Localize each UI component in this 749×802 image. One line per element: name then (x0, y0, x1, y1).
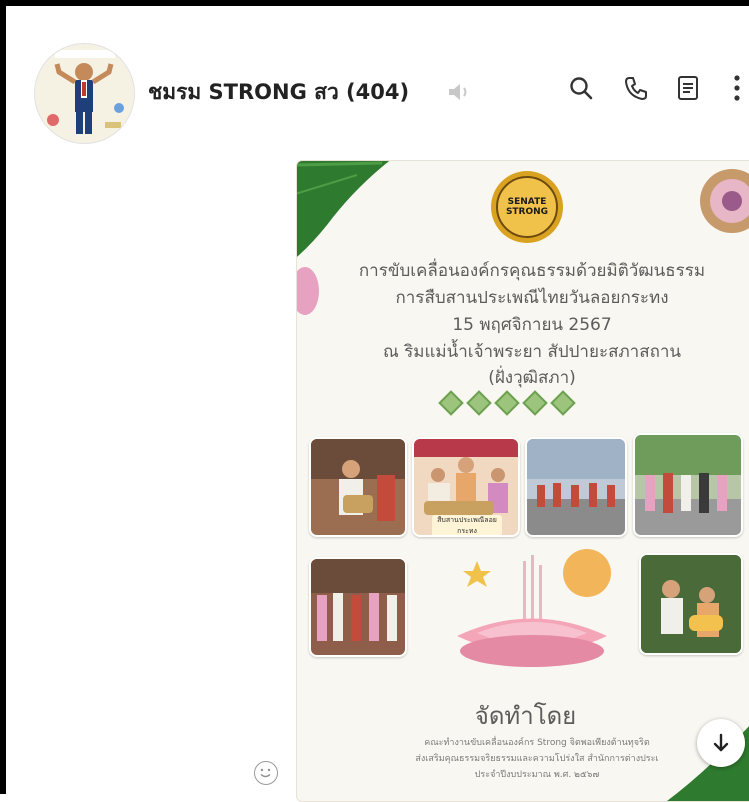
organizer-line-2: ส่งเสริมคุณธรรมจริยธรรมและความโปร่งใส สำ… (415, 754, 659, 764)
banana-leaf-decoration (297, 161, 390, 257)
smile-icon (260, 768, 271, 778)
arrow-down-icon (713, 733, 729, 752)
image-message[interactable]: SENATE STRONG การขับเคลื่อนองค์กรคุณธรรม… (296, 160, 749, 802)
photo-caption: สืบสานประเพณีลอยกระทง (432, 515, 502, 535)
krathong-illustration (457, 549, 611, 667)
event-photo-4[interactable] (633, 433, 743, 537)
krathong-decoration (700, 169, 749, 233)
event-photo-1[interactable] (309, 437, 407, 537)
organizer-line-1: คณะทำงานขับเคลื่อนองค์กร Strong จิตพอเพี… (424, 738, 650, 748)
avatar-illustration (35, 44, 134, 143)
event-photo-5[interactable] (309, 557, 407, 657)
notes-icon[interactable] (672, 72, 704, 104)
chat-title[interactable]: ชมรม STRONG สว (404) (148, 76, 409, 109)
event-photo-6[interactable] (639, 553, 743, 655)
emoji-reaction-button[interactable] (254, 761, 278, 785)
poster-line-4: ณ ริมแม่น้ำเจ้าพระยา สัปปายะสภาสถาน (382, 342, 682, 362)
organizer-title: จัดทำโดย (474, 702, 577, 730)
event-photo-2[interactable]: สืบสานประเพณีลอยกระทง (412, 437, 520, 537)
poster-line-5: (ฝั่งวุฒิสภา) (488, 368, 576, 388)
organizer-line-3: ประจำปีงบประมาณ พ.ศ. ๒๕๖๗ (474, 770, 600, 780)
group-avatar[interactable] (34, 43, 135, 144)
senate-strong-logo: SENATE STRONG (491, 171, 563, 243)
speaker-muted-icon (446, 82, 472, 106)
search-icon[interactable] (565, 72, 597, 104)
poster-line-2: การสืบสานประเพณีไทยวันลอยกระทง (395, 288, 669, 308)
poster-line-3: 15 พฤศจิกายน 2567 (452, 315, 612, 335)
logo-text: SENATE STRONG (505, 197, 549, 217)
diamond-divider (438, 390, 576, 416)
chat-window: ชมรม STRONG สว (404) SENATE STRONG การขั… (0, 0, 749, 802)
event-photo-3[interactable] (525, 437, 627, 537)
poster-line-1: การขับเคลื่อนองค์กรคุณธรรมด้วยมิติวัฒนธร… (358, 261, 706, 281)
more-vertical-icon[interactable] (726, 72, 748, 104)
scroll-to-bottom-button[interactable] (697, 719, 745, 767)
phone-icon[interactable] (620, 72, 652, 104)
